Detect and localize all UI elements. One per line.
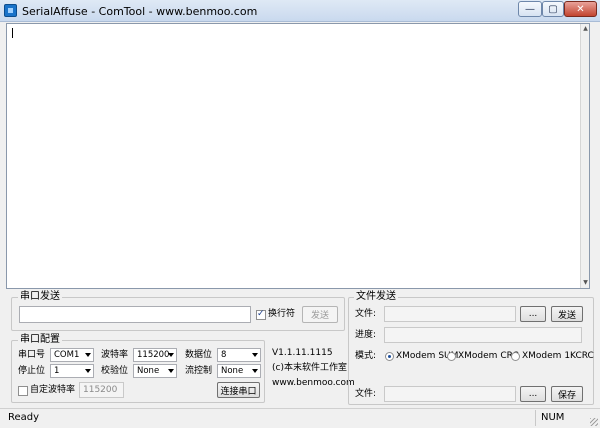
stopbits-select[interactable]: 1 bbox=[50, 364, 94, 378]
minimize-button[interactable]: — bbox=[518, 1, 542, 17]
resize-grip-icon[interactable] bbox=[590, 418, 598, 426]
scroll-down-icon[interactable]: ▼ bbox=[582, 279, 589, 287]
serial-send-group-label: 串口发送 bbox=[18, 291, 62, 302]
mode-label: 模式: bbox=[355, 351, 377, 361]
chevron-down-icon bbox=[85, 353, 91, 357]
baud-select[interactable]: 115200 bbox=[133, 348, 177, 362]
mode-label-xmodem-1kcrc: XModem 1KCRC bbox=[522, 351, 594, 361]
chevron-down-icon bbox=[168, 369, 174, 373]
port-select[interactable]: COM1 bbox=[50, 348, 94, 362]
browse-save-button[interactable]: ... bbox=[520, 386, 546, 402]
databits-label: 数据位 bbox=[185, 350, 213, 360]
version-text: V1.1.11.1115 bbox=[272, 348, 333, 358]
save-button[interactable]: 保存 bbox=[551, 386, 583, 402]
browse-file-button[interactable]: ... bbox=[520, 306, 546, 322]
maximize-button[interactable]: ▢ bbox=[542, 1, 564, 17]
flow-value: None bbox=[221, 366, 244, 376]
databits-select[interactable]: 8 bbox=[217, 348, 261, 362]
mode-radio-xmodem-crc[interactable] bbox=[447, 352, 456, 361]
status-num: NUM bbox=[541, 412, 565, 423]
status-separator bbox=[535, 410, 536, 426]
port-label: 串口号 bbox=[18, 350, 46, 360]
chevron-down-icon bbox=[168, 353, 174, 357]
progress-bar bbox=[384, 327, 582, 343]
stopbits-label: 停止位 bbox=[18, 366, 46, 376]
scroll-up-icon[interactable]: ▲ bbox=[582, 25, 589, 33]
newline-label: 换行符 bbox=[268, 309, 296, 319]
file-label: 文件: bbox=[355, 309, 377, 319]
minimize-icon: — bbox=[525, 3, 535, 15]
file-path-input[interactable] bbox=[384, 306, 516, 322]
receive-textarea[interactable]: ▲ ▼ bbox=[6, 23, 590, 289]
app-icon bbox=[4, 4, 17, 17]
baud-label: 波特率 bbox=[101, 350, 129, 360]
custom-baud-label: 自定波特率 bbox=[30, 385, 76, 395]
close-icon: ✕ bbox=[576, 3, 585, 15]
vertical-scrollbar[interactable]: ▲ ▼ bbox=[580, 24, 589, 288]
copyright-text: (c)本末软件工作室 bbox=[272, 363, 347, 373]
file-send-button[interactable]: 发送 bbox=[551, 306, 583, 322]
progress-label: 进度: bbox=[355, 330, 377, 340]
close-button[interactable]: ✕ bbox=[564, 1, 597, 17]
title-bar: SerialAffuse - ComTool - www.benmoo.com … bbox=[0, 0, 600, 22]
window-title: SerialAffuse - ComTool - www.benmoo.com bbox=[22, 5, 258, 18]
serial-send-button[interactable]: 发送 bbox=[302, 306, 338, 323]
mode-radio-xmodem-sum[interactable] bbox=[385, 352, 394, 361]
chevron-down-icon bbox=[252, 369, 258, 373]
custom-baud-checkbox[interactable] bbox=[18, 386, 28, 396]
file-send-group-label: 文件发送 bbox=[354, 291, 398, 302]
connect-button[interactable]: 连接串口 bbox=[217, 382, 260, 398]
newline-checkbox[interactable] bbox=[256, 309, 266, 320]
port-value: COM1 bbox=[54, 350, 80, 360]
maximize-icon: ▢ bbox=[548, 3, 558, 15]
baud-value: 115200 bbox=[137, 350, 170, 360]
save-file-label: 文件: bbox=[355, 389, 377, 399]
stopbits-value: 1 bbox=[54, 366, 60, 376]
chevron-down-icon bbox=[85, 369, 91, 373]
status-bar bbox=[0, 408, 600, 428]
website-text: www.benmoo.com bbox=[272, 378, 355, 388]
flow-label: 流控制 bbox=[185, 366, 213, 376]
status-ready: Ready bbox=[8, 412, 40, 423]
chevron-down-icon bbox=[252, 353, 258, 357]
mode-radio-xmodem-1kcrc[interactable] bbox=[511, 352, 520, 361]
parity-label: 校验位 bbox=[101, 366, 129, 376]
parity-value: None bbox=[137, 366, 160, 376]
custom-baud-input[interactable]: 115200 bbox=[79, 382, 124, 398]
text-caret bbox=[12, 28, 13, 38]
serial-send-input[interactable] bbox=[19, 306, 251, 323]
mode-label-xmodem-crc: XModem CRC bbox=[458, 351, 519, 361]
serial-config-group-label: 串口配置 bbox=[18, 334, 62, 345]
parity-select[interactable]: None bbox=[133, 364, 177, 378]
save-path-input[interactable] bbox=[384, 386, 516, 402]
flow-select[interactable]: None bbox=[217, 364, 261, 378]
databits-value: 8 bbox=[221, 350, 227, 360]
